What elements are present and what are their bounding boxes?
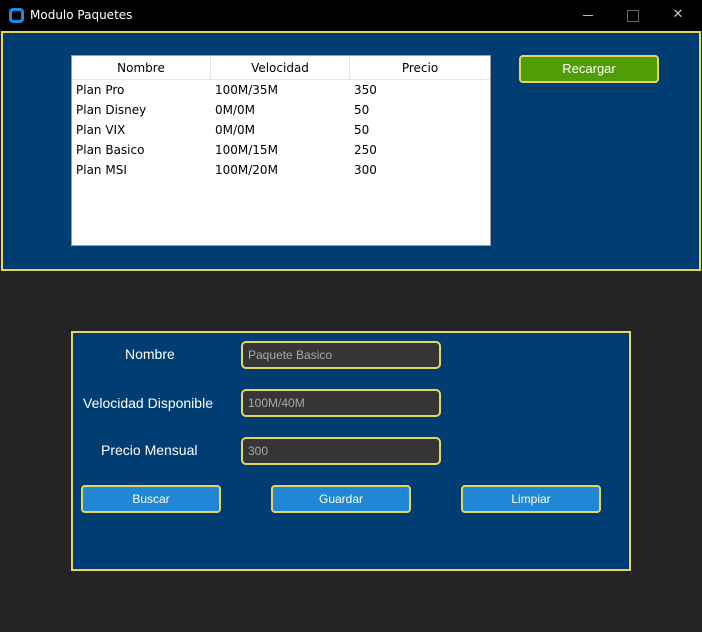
table-row[interactable]: Plan Basico 100M/15M 250 (72, 140, 490, 160)
buscar-button[interactable]: Buscar (81, 485, 221, 513)
cell-precio: 50 (354, 123, 370, 137)
minimize-button[interactable] (577, 4, 599, 26)
cell-velocidad: 100M/15M (215, 143, 278, 157)
table-row[interactable]: Plan Pro 100M/35M 350 (72, 80, 490, 100)
precio-label: Precio Mensual (101, 442, 198, 458)
cell-precio: 350 (354, 83, 377, 97)
maximize-button[interactable] (621, 4, 643, 26)
column-header-nombre[interactable]: Nombre (72, 56, 211, 80)
cell-nombre: Plan MSI (76, 163, 127, 177)
limpiar-button[interactable]: Limpiar (461, 485, 601, 513)
table-row[interactable]: Plan VIX 0M/0M 50 (72, 120, 490, 140)
cell-nombre: Plan VIX (76, 123, 126, 137)
reload-button[interactable]: Recargar (519, 55, 659, 83)
table-header: Nombre Velocidad Precio (72, 56, 490, 80)
cell-precio: 300 (354, 163, 377, 177)
cell-nombre: Plan Disney (76, 103, 147, 117)
velocidad-label: Velocidad Disponible (83, 395, 213, 411)
packages-table[interactable]: Nombre Velocidad Precio Plan Pro 100M/35… (71, 55, 491, 246)
column-header-velocidad[interactable]: Velocidad (211, 56, 350, 80)
close-button[interactable]: ✕ (667, 4, 689, 26)
cell-velocidad: 0M/0M (215, 123, 256, 137)
column-header-precio[interactable]: Precio (350, 56, 490, 80)
cell-velocidad: 100M/20M (215, 163, 278, 177)
precio-input[interactable]: 300 (241, 437, 441, 465)
window-title: Modulo Paquetes (30, 8, 133, 22)
table-row[interactable]: Plan Disney 0M/0M 50 (72, 100, 490, 120)
cell-velocidad: 100M/35M (215, 83, 278, 97)
cell-nombre: Plan Basico (76, 143, 145, 157)
app-icon (9, 8, 24, 23)
title-bar: Modulo Paquetes ✕ (0, 0, 702, 31)
nombre-input[interactable]: Paquete Basico (241, 341, 441, 369)
velocidad-input[interactable]: 100M/40M (241, 389, 441, 417)
cell-precio: 250 (354, 143, 377, 157)
nombre-label: Nombre (125, 346, 175, 362)
cell-precio: 50 (354, 103, 370, 117)
table-row[interactable]: Plan MSI 100M/20M 300 (72, 160, 490, 180)
guardar-button[interactable]: Guardar (271, 485, 411, 513)
cell-velocidad: 0M/0M (215, 103, 256, 117)
cell-nombre: Plan Pro (76, 83, 125, 97)
